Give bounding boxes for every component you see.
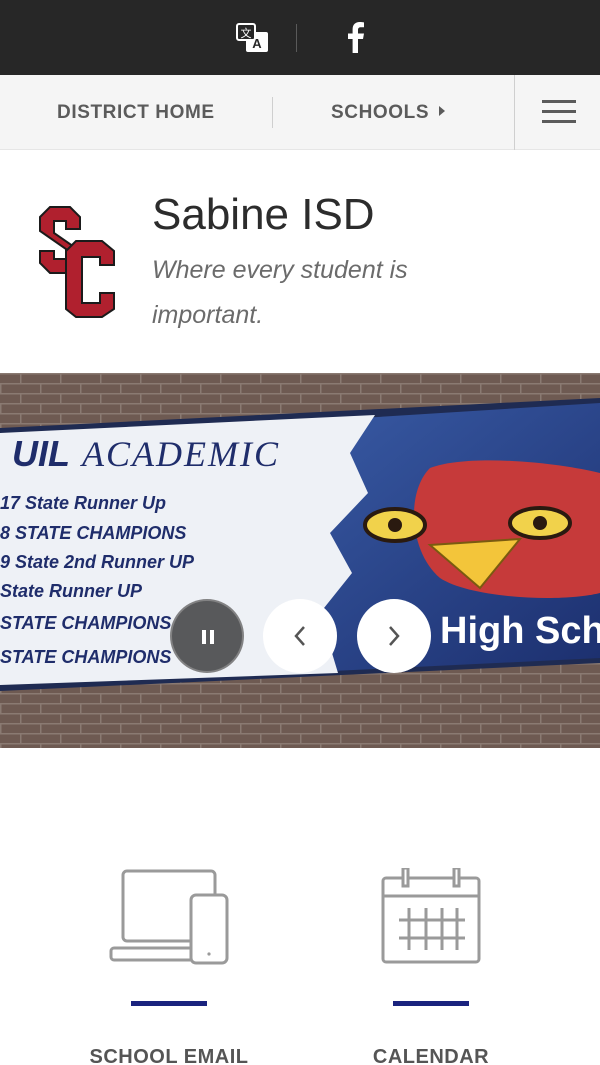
site-tagline: Where every student is important. [152, 256, 408, 329]
pause-icon [202, 630, 214, 644]
chevron-left-icon [294, 626, 305, 646]
accent-bar [131, 1001, 207, 1006]
hero-slideshow: UIL ACADEMIC 17 State Runner Up 8 STATE … [0, 373, 600, 748]
svg-text:文: 文 [241, 26, 252, 40]
banner-title: ACADEMIC [80, 434, 280, 474]
svg-text:STATE CHAMPIONS: STATE CHAMPIONS [0, 647, 171, 667]
svg-text:17 State Runner Up: 17 State Runner Up [0, 493, 166, 513]
svg-text:STATE CHAMPIONS: STATE CHAMPIONS [0, 613, 171, 633]
nav-district-home[interactable]: DISTRICT HOME [57, 75, 215, 150]
accent-bar [393, 1001, 469, 1006]
svg-text:9 State 2nd Runner UP: 9 State 2nd Runner UP [0, 552, 195, 572]
slideshow-previous-button[interactable] [263, 599, 337, 673]
translate-icon[interactable]: A 文 [236, 23, 270, 53]
svg-text:High Sch: High Sch [440, 610, 600, 652]
svg-text:UIL: UIL [12, 433, 70, 474]
devices-icon [109, 868, 229, 973]
hamburger-menu-icon[interactable] [542, 100, 576, 126]
site-title: Sabine ISD [152, 190, 375, 239]
quicklink-school-email[interactable]: SCHOOL EMAIL [54, 868, 284, 1065]
quicklink-calendar[interactable]: CALENDAR [316, 866, 546, 1065]
nav-schools-label: SCHOOLS [331, 102, 430, 123]
quicklink-label: SCHOOL EMAIL [89, 1046, 249, 1065]
nav-schools[interactable]: SCHOOLS [331, 75, 446, 150]
top-utility-bar: A 文 [0, 0, 600, 75]
nav-vertical-divider [514, 75, 515, 150]
hero-image: UIL ACADEMIC 17 State Runner Up 8 STATE … [0, 373, 600, 748]
nav-divider [272, 97, 273, 128]
caret-right-icon [439, 106, 446, 116]
chevron-right-icon [389, 626, 400, 646]
facebook-icon[interactable] [341, 20, 371, 54]
svg-text:State Runner UP: State Runner UP [0, 581, 143, 601]
topbar-divider [296, 24, 297, 52]
slideshow-pause-button[interactable] [170, 599, 244, 673]
slideshow-next-button[interactable] [357, 599, 431, 673]
site-header: Sabine ISD Where every student is import… [0, 150, 600, 373]
svg-text:8 STATE CHAMPIONS: 8 STATE CHAMPIONS [0, 523, 186, 543]
main-navigation: DISTRICT HOME SCHOOLS [0, 75, 600, 150]
district-logo[interactable] [36, 205, 116, 319]
quicklink-label: CALENDAR [372, 1046, 490, 1065]
calendar-icon [379, 866, 483, 973]
